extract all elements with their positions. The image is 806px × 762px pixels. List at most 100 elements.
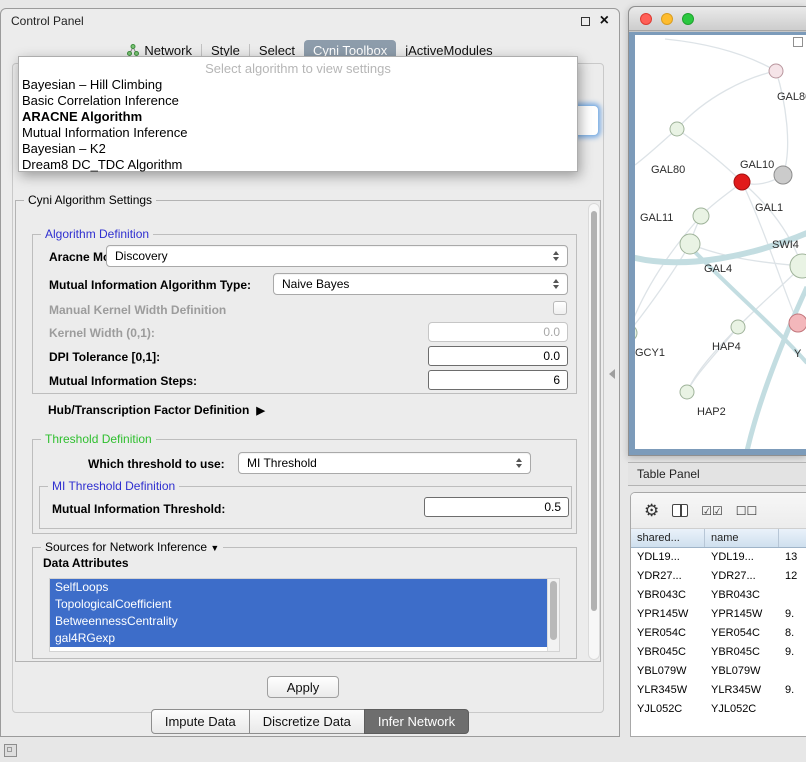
dropdown-item-dream8[interactable]: Dream8 DC_TDC Algorithm: [19, 157, 577, 173]
list-scrollbar[interactable]: [547, 579, 559, 651]
network-graph: GAL80 GAL10 GAL11 GAL1 SWI4 GAL4 GCY1 HA…: [635, 35, 806, 449]
table-cell: YBR043C: [631, 586, 705, 605]
dropdown-item-mutual-information[interactable]: Mutual Information Inference: [19, 125, 577, 141]
table-row[interactable]: YBR045C YBR045C 9.: [631, 643, 806, 662]
apply-button[interactable]: Apply: [267, 676, 339, 698]
column-header-name[interactable]: name: [705, 529, 779, 547]
mi-steps-field[interactable]: 6: [428, 370, 568, 390]
network-node[interactable]: [693, 208, 709, 224]
algorithm-definition-group: Algorithm Definition Aracne Mode: Discov…: [32, 234, 577, 394]
dpi-tolerance-field[interactable]: 0.0: [428, 346, 568, 366]
table-row[interactable]: YER054C YER054C 8.: [631, 624, 806, 643]
network-node[interactable]: [635, 325, 637, 341]
table-row[interactable]: YPR145W YPR145W 9.: [631, 605, 806, 624]
minimize-traffic-light-icon[interactable]: [661, 13, 673, 25]
tab-impute-data[interactable]: Impute Data: [151, 709, 250, 734]
table-row[interactable]: YDL19... YDL19... 13: [631, 548, 806, 567]
hub-definition-toggle[interactable]: Hub/Transcription Factor Definition ▶: [48, 402, 265, 418]
chevron-down-icon: ▼: [210, 543, 219, 553]
bottom-tabs: Impute Data Discretize Data Infer Networ…: [1, 709, 619, 734]
table-panel-title: Table Panel: [637, 467, 700, 481]
sources-group-title[interactable]: Sources for Network Inference ▼: [41, 540, 223, 554]
algorithm-dropdown-popup: Select algorithm to view settings Bayesi…: [18, 56, 578, 172]
list-item[interactable]: TopologicalCoefficient: [50, 596, 547, 613]
birdseye-toggle-icon[interactable]: [793, 37, 803, 47]
network-node[interactable]: [680, 234, 700, 254]
mi-threshold-label: Mutual Information Threshold:: [52, 502, 225, 516]
table-cell: YBR045C: [631, 643, 705, 662]
table-row[interactable]: YBR043C YBR043C: [631, 586, 806, 605]
network-node-selected[interactable]: [734, 174, 750, 190]
network-node[interactable]: [789, 314, 806, 332]
mi-type-label: Mutual Information Algorithm Type:: [49, 278, 251, 292]
table-row[interactable]: YDR27... YDR27... 12: [631, 567, 806, 586]
column-header-extra[interactable]: [779, 529, 806, 547]
settings-group-title: Cyni Algorithm Settings: [24, 193, 156, 207]
dropdown-item-aracne[interactable]: ARACNE Algorithm: [19, 109, 577, 125]
columns-icon[interactable]: [672, 504, 688, 517]
table-cell: YBL079W: [631, 662, 705, 681]
dropdown-item-bayesian-k2[interactable]: Bayesian – K2: [19, 141, 577, 157]
network-node[interactable]: [774, 166, 792, 184]
network-node[interactable]: [790, 254, 806, 278]
which-threshold-label: Which threshold to use:: [88, 457, 225, 471]
network-canvas[interactable]: GAL80 GAL10 GAL11 GAL1 SWI4 GAL4 GCY1 HA…: [635, 35, 806, 449]
mi-threshold-field[interactable]: 0.5: [424, 497, 569, 517]
network-node-label: GAL80: [777, 91, 806, 103]
table-cell: YBR043C: [705, 586, 779, 605]
table-cell: YDL19...: [631, 548, 705, 567]
network-node[interactable]: [769, 64, 783, 78]
table-row[interactable]: YLR345W YLR345W 9.: [631, 681, 806, 700]
mi-algorithm-type-select[interactable]: Naive Bayes: [273, 273, 568, 295]
stepper-icon: [549, 251, 563, 261]
panel-collapse-arrow-icon[interactable]: [609, 369, 615, 379]
zoom-traffic-light-icon[interactable]: [682, 13, 694, 25]
select-all-columns-icon[interactable]: ☑☑: [701, 505, 723, 517]
list-item[interactable]: BetweennessCentrality: [50, 613, 547, 630]
table-cell: 12: [779, 567, 806, 586]
table-cell: [779, 662, 806, 681]
network-node-label: GAL11: [640, 212, 673, 224]
network-node[interactable]: [731, 320, 745, 334]
control-panel-titlebar: Control Panel ×: [1, 9, 619, 33]
tab-discretize-data[interactable]: Discretize Data: [249, 709, 365, 734]
mi-steps-label: Mutual Information Steps:: [49, 374, 197, 388]
table-row[interactable]: YJL052C YJL052C: [631, 700, 806, 719]
dropdown-item-basic-correlation[interactable]: Basic Correlation Inference: [19, 93, 577, 109]
table-cell: YDR27...: [705, 567, 779, 586]
tab-infer-network[interactable]: Infer Network: [364, 709, 469, 734]
algorithm-definition-title: Algorithm Definition: [41, 227, 153, 241]
which-threshold-select[interactable]: MI Threshold: [238, 452, 531, 474]
column-header-shared[interactable]: shared...: [631, 529, 705, 547]
restore-panel-icon[interactable]: [4, 744, 17, 757]
close-traffic-light-icon[interactable]: [640, 13, 652, 25]
table-panel-window: ⚙ ☑☑ ☐☐ shared... name YDL19... YDL19...…: [630, 492, 806, 737]
close-icon[interactable]: ×: [600, 15, 609, 27]
table-row[interactable]: YBL079W YBL079W: [631, 662, 806, 681]
table-cell: 13: [779, 548, 806, 567]
table-cell: YBL079W: [705, 662, 779, 681]
gear-icon[interactable]: ⚙: [644, 502, 659, 519]
sources-group: Sources for Network Inference ▼ Data Att…: [32, 547, 577, 659]
manual-kernel-checkbox[interactable]: [553, 301, 567, 315]
network-view-window: GAL80 GAL10 GAL11 GAL1 SWI4 GAL4 GCY1 HA…: [628, 6, 806, 456]
table-cell: YPR145W: [631, 605, 705, 624]
aracne-mode-select[interactable]: Discovery: [106, 245, 568, 267]
list-item[interactable]: SelfLoops: [50, 579, 547, 596]
dropdown-item-bayesian-hill-climbing[interactable]: Bayesian – Hill Climbing: [19, 77, 577, 93]
network-window-titlebar: [629, 7, 806, 31]
table-panel-header: Table Panel: [628, 462, 806, 486]
network-node[interactable]: [670, 122, 684, 136]
float-window-icon[interactable]: [581, 17, 590, 26]
deselect-all-columns-icon[interactable]: ☐☐: [736, 505, 758, 517]
table-cell: 9.: [779, 681, 806, 700]
network-node-label: HAP2: [697, 406, 726, 418]
list-item[interactable]: gal4RGexp: [50, 630, 547, 647]
network-node-label: GCY1: [635, 347, 665, 359]
network-node[interactable]: [680, 385, 694, 399]
table-cell: 9.: [779, 605, 806, 624]
data-attributes-list[interactable]: SelfLoops TopologicalCoefficient Between…: [49, 578, 560, 652]
table-cell: YER054C: [631, 624, 705, 643]
kernel-width-field[interactable]: 0.0: [428, 322, 568, 342]
settings-scrollbar[interactable]: [588, 203, 600, 660]
